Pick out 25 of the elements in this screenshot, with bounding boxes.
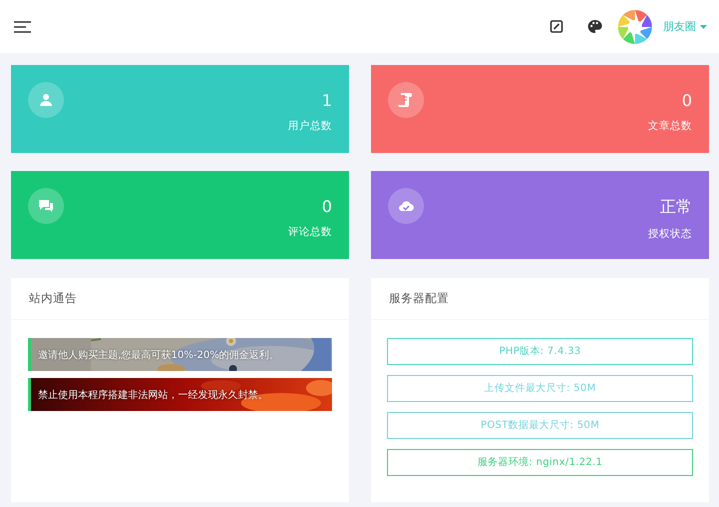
stat-label: 用户总数 [288, 119, 332, 133]
stat-label: 授权状态 [648, 227, 692, 241]
edit-icon[interactable] [550, 20, 563, 33]
notice-text: 禁止使用本程序搭建非法网站，一经发现永久封禁。 [37, 388, 268, 402]
user-menu[interactable]: 朋友圈 [663, 19, 707, 34]
menu-icon[interactable] [14, 20, 31, 32]
avatar-icon[interactable] [617, 8, 653, 44]
cloud-icon [388, 188, 424, 224]
user-icon [28, 82, 64, 118]
notice-text: 邀请他人购买主题,您最高可获10%-20%的佣金返利。 [37, 348, 280, 362]
stat-value: 0 [680, 91, 692, 110]
config-item: PHP版本: 7.4.33 [387, 338, 693, 365]
stat-value: 正常 [659, 197, 692, 218]
config-item: 服务器环境: nginx/1.22.1 [387, 449, 693, 476]
stat-value: 0 [320, 197, 332, 216]
stat-label: 评论总数 [288, 225, 332, 239]
stat-label: 文章总数 [648, 119, 692, 133]
config-item: 上传文件最大尺寸: 50M [387, 375, 693, 402]
palette-icon[interactable] [588, 20, 602, 33]
stat-value: 1 [320, 91, 332, 110]
chat-icon [28, 188, 64, 224]
panel-title: 站内通告 [11, 278, 349, 320]
panel-title: 服务器配置 [371, 278, 709, 320]
scroll-icon [388, 82, 424, 118]
config-item: POST数据最大尺寸: 50M [387, 412, 693, 439]
